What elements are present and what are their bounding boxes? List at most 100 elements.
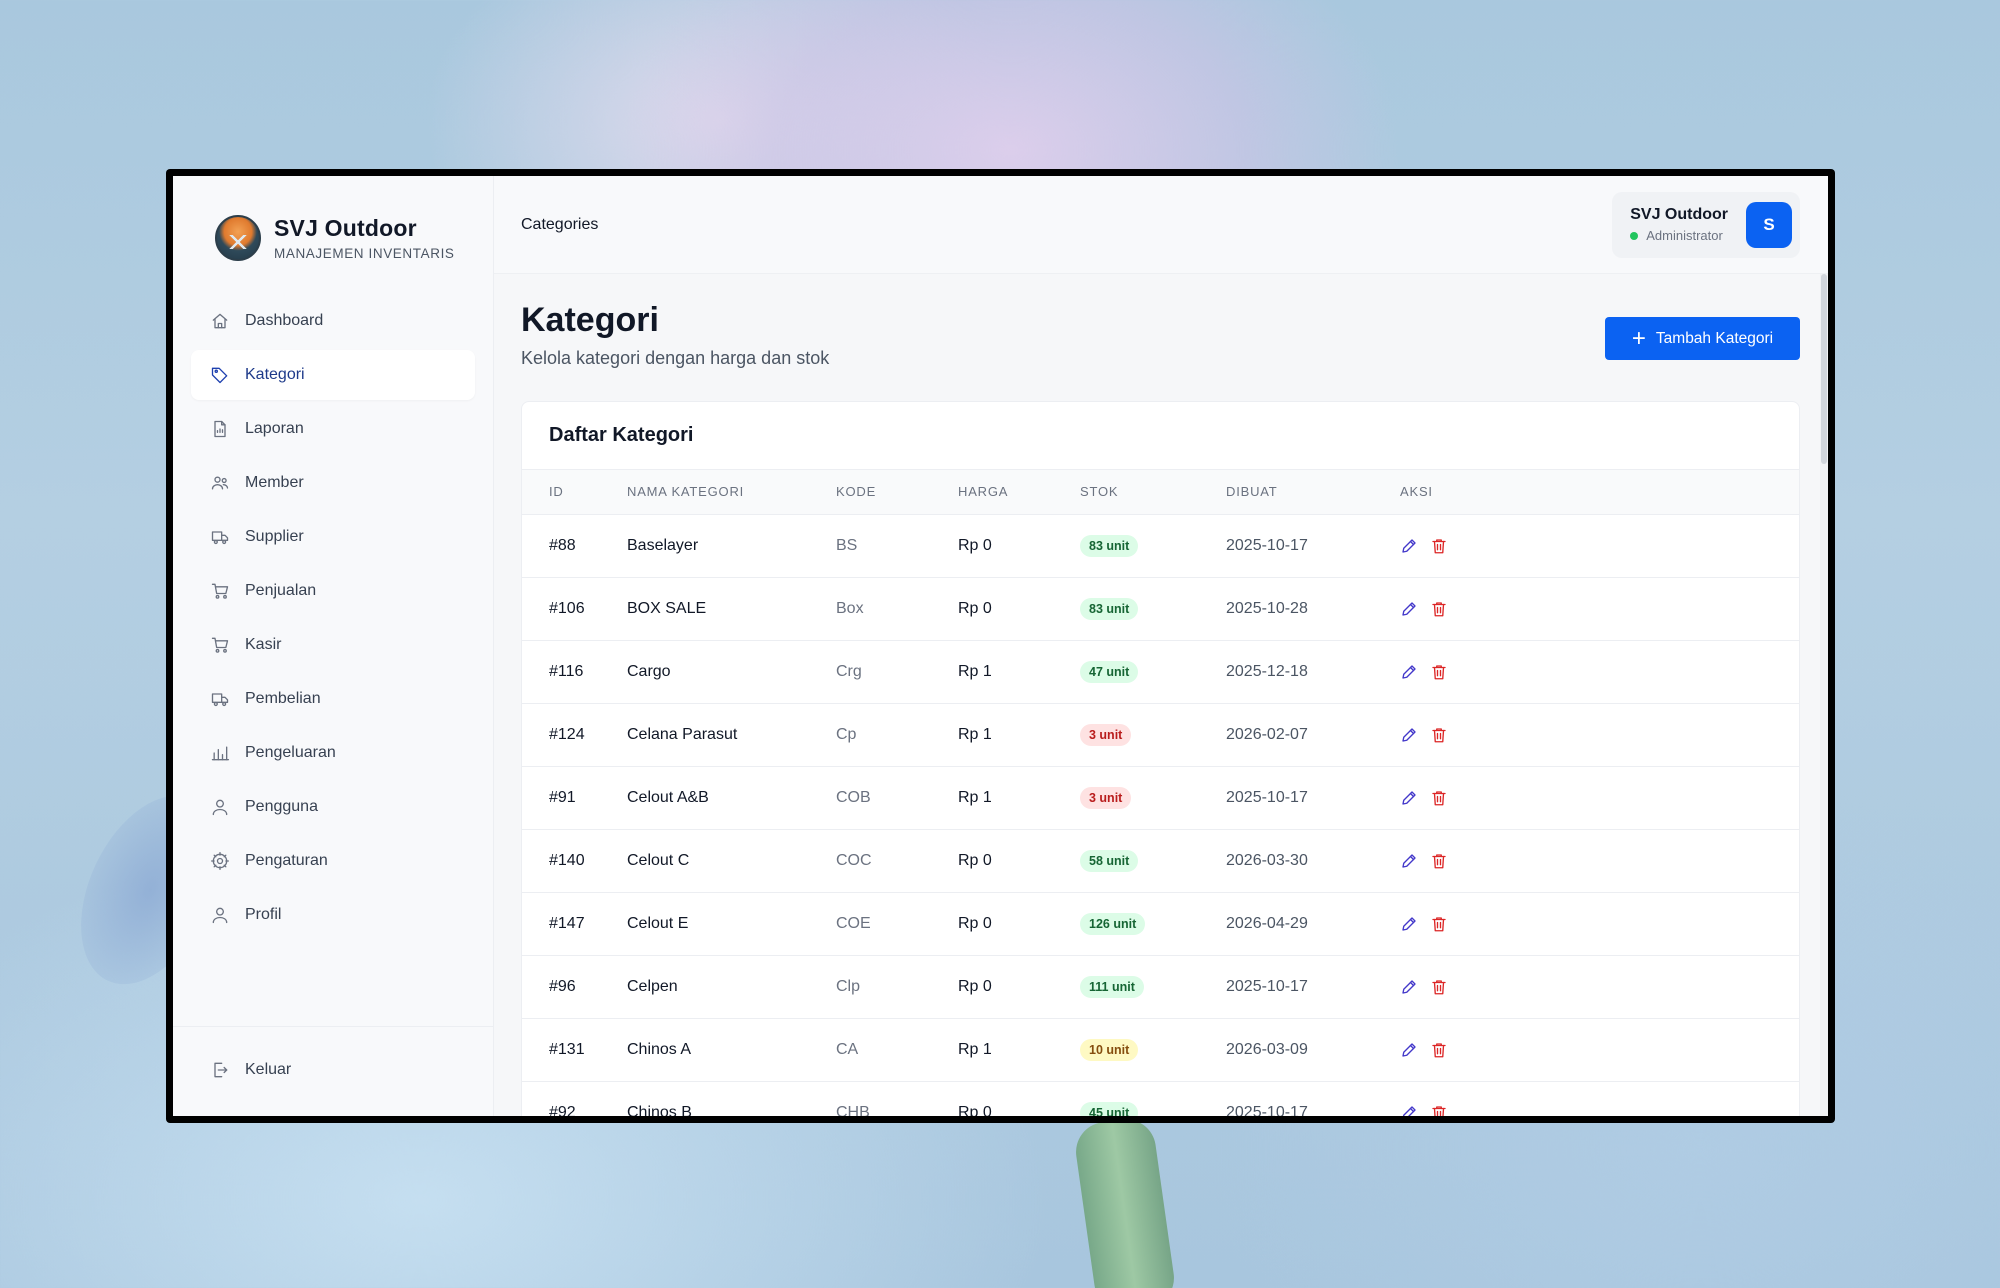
trash-icon[interactable] <box>1430 915 1448 933</box>
sidebar-item-supplier[interactable]: Supplier <box>191 512 475 562</box>
cell-price: Rp 0 <box>958 1081 1080 1116</box>
cell-name: Celpen <box>627 955 836 1019</box>
cell-actions <box>1400 1081 1799 1116</box>
cell-id: #140 <box>522 829 627 893</box>
cell-code: Clp <box>836 955 958 1019</box>
column-header: AKSI <box>1400 470 1799 515</box>
cell-price: Rp 0 <box>958 829 1080 893</box>
trash-icon[interactable] <box>1430 537 1448 555</box>
cell-code: Cp <box>836 703 958 767</box>
cell-code: COB <box>836 766 958 830</box>
table-row[interactable]: #106 BOX SALE Box Rp 0 83 unit 2025-10-28 <box>522 577 1799 641</box>
sidebar-item-member[interactable]: Member <box>191 458 475 508</box>
truck-icon <box>209 688 231 710</box>
edit-icon[interactable] <box>1400 1041 1418 1059</box>
cell-name: Celout E <box>627 892 836 956</box>
table-row[interactable]: #116 Cargo Crg Rp 1 47 unit 2025-12-18 <box>522 640 1799 704</box>
brand: SVJ Outdoor MANAJEMEN INVENTARIS <box>173 176 493 276</box>
edit-icon[interactable] <box>1400 663 1418 681</box>
edit-icon[interactable] <box>1400 789 1418 807</box>
edit-icon[interactable] <box>1400 1104 1418 1116</box>
table-row[interactable]: #96 Celpen Clp Rp 0 111 unit 2025-10-17 <box>522 955 1799 1019</box>
cell-actions <box>1400 703 1799 767</box>
sidebar-item-pembelian[interactable]: Pembelian <box>191 674 475 724</box>
cell-actions <box>1400 955 1799 1019</box>
gear-icon <box>209 850 231 872</box>
cell-code: CHB <box>836 1081 958 1116</box>
page-content: Kategori Kelola kategori dengan harga da… <box>494 301 1828 1116</box>
trash-icon[interactable] <box>1430 1041 1448 1059</box>
edit-icon[interactable] <box>1400 915 1418 933</box>
table-row[interactable]: #92 Chinos B CHB Rp 0 45 unit 2025-10-17 <box>522 1081 1799 1116</box>
sidebar-item-label: Kategori <box>245 366 305 383</box>
trash-icon[interactable] <box>1430 663 1448 681</box>
sidebar-item-pengeluaran[interactable]: Pengeluaran <box>191 728 475 778</box>
sidebar-item-kategori[interactable]: Kategori <box>191 350 475 400</box>
table-row[interactable]: #91 Celout A&B COB Rp 13 unit 2025-10-17 <box>522 766 1799 830</box>
edit-icon[interactable] <box>1400 852 1418 870</box>
trash-icon[interactable] <box>1430 600 1448 618</box>
avatar[interactable]: S <box>1746 201 1792 248</box>
home-icon <box>209 310 231 332</box>
sidebar-item-pengaturan[interactable]: Pengaturan <box>191 836 475 886</box>
user-icon <box>209 796 231 818</box>
sidebar-footer: Keluar <box>173 1026 493 1116</box>
column-header: HARGA <box>958 470 1080 515</box>
page-subtitle: Kelola kategori dengan harga dan stok <box>521 348 830 368</box>
sidebar-item-laporan[interactable]: Laporan <box>191 404 475 454</box>
table-row[interactable]: #140 Celout C COC Rp 0 58 unit 2026-03-30 <box>522 829 1799 893</box>
table-header-row: ID NAMA KATEGORI KODE HARGA STOK DIBUAT AKSI <box>522 470 1799 515</box>
sidebar-item-label: Kasir <box>245 636 282 653</box>
stock-badge: 83 unit <box>1080 597 1139 620</box>
table-row[interactable]: #124 Celana Parasut Cp Rp 13 unit 2026-02-07 <box>522 703 1799 767</box>
cell-price: Rp 0 <box>958 514 1080 578</box>
cell-stock: 111 unit <box>1080 955 1226 1019</box>
trash-icon[interactable] <box>1430 789 1448 807</box>
cell-created: 2025-10-28 <box>1226 577 1400 641</box>
trash-icon[interactable] <box>1430 1104 1448 1116</box>
cell-actions <box>1400 577 1799 641</box>
table-row[interactable]: #88 Baselayer BS Rp 0 83 unit 2025-10-17 <box>522 514 1799 578</box>
cell-price: Rp 0 <box>958 892 1080 956</box>
sidebar-item-pengguna[interactable]: Pengguna <box>191 782 475 832</box>
cart-icon <box>209 580 231 602</box>
logout-label: Keluar <box>245 1061 292 1078</box>
cell-actions <box>1400 640 1799 704</box>
sidebar-item-penjualan[interactable]: Penjualan <box>191 566 475 616</box>
add-category-button[interactable]: + Tambah Kategori <box>1605 317 1800 360</box>
stock-badge: 10 unit <box>1080 1038 1139 1061</box>
sidebar-item-label: Laporan <box>245 420 304 437</box>
cell-created: 2026-02-07 <box>1226 703 1400 767</box>
edit-icon[interactable] <box>1400 978 1418 996</box>
trash-icon[interactable] <box>1430 726 1448 744</box>
sidebar: SVJ Outdoor MANAJEMEN INVENTARIS Dashboa… <box>173 176 494 1116</box>
cell-actions <box>1400 766 1799 830</box>
table-row[interactable]: #147 Celout E COE Rp 0 126 unit 2026-04-29 <box>522 892 1799 956</box>
cell-price: Rp 1 <box>958 766 1080 830</box>
sidebar-item-kasir[interactable]: Kasir <box>191 620 475 670</box>
cell-stock: 3 unit <box>1080 703 1226 767</box>
stock-badge: 47 unit <box>1080 660 1139 683</box>
edit-icon[interactable] <box>1400 726 1418 744</box>
logout-button[interactable]: Keluar <box>191 1045 475 1095</box>
cell-id: #106 <box>522 577 627 641</box>
sidebar-item-dashboard[interactable]: Dashboard <box>191 296 475 346</box>
cell-name: Celout A&B <box>627 766 836 830</box>
cell-name: Chinos B <box>627 1081 836 1116</box>
scrollbar-thumb[interactable] <box>1821 274 1827 464</box>
cell-id: #91 <box>522 766 627 830</box>
cell-name: BOX SALE <box>627 577 836 641</box>
edit-icon[interactable] <box>1400 537 1418 555</box>
trash-icon[interactable] <box>1430 852 1448 870</box>
page-scrollbar[interactable] <box>1820 274 1828 1116</box>
cell-id: #88 <box>522 514 627 578</box>
brand-title: SVJ Outdoor <box>274 215 417 241</box>
cell-name: Cargo <box>627 640 836 704</box>
sidebar-item-profil[interactable]: Profil <box>191 890 475 940</box>
edit-icon[interactable] <box>1400 600 1418 618</box>
table-row[interactable]: #131 Chinos A CA Rp 1 10 unit 2026-03-09 <box>522 1018 1799 1082</box>
sidebar-item-label: Dashboard <box>245 312 324 329</box>
cell-id: #147 <box>522 892 627 956</box>
trash-icon[interactable] <box>1430 978 1448 996</box>
user-menu[interactable]: SVJ Outdoor Administrator S <box>1612 191 1800 258</box>
